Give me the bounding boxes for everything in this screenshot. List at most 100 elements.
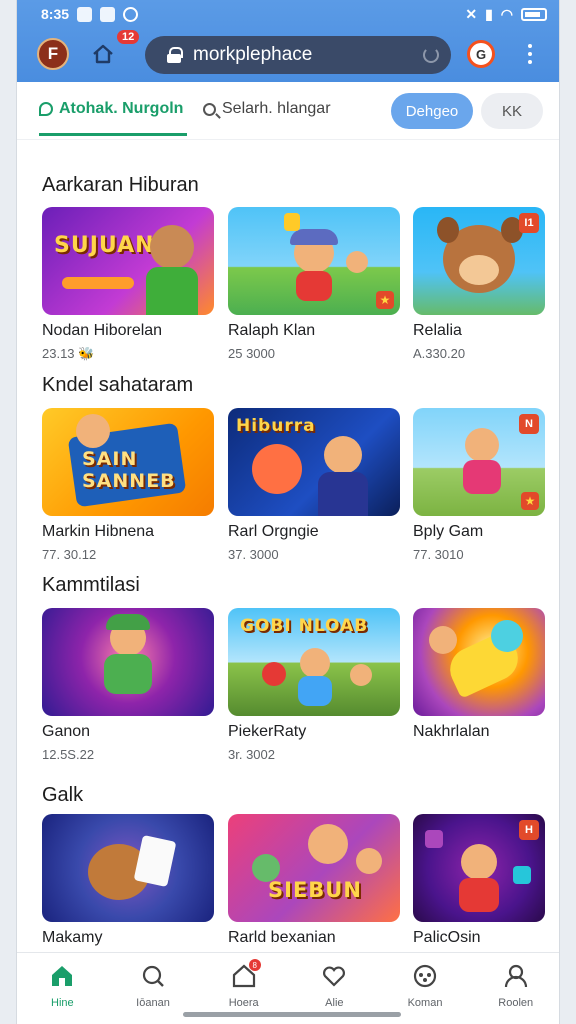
- game-card[interactable]: SIEBUN Rarld bexanian: [228, 814, 400, 946]
- thumbnail-art-text: SAIN SANNEB: [82, 448, 176, 492]
- browser-nav-row: F 12 morkplephace G: [17, 30, 559, 78]
- coin-icon: [284, 213, 300, 231]
- game-thumbnail: SIEBUN: [228, 814, 400, 922]
- wifi-icon: ◠: [500, 5, 513, 22]
- game-thumbnail: Hiburra: [228, 408, 400, 516]
- game-meta: 25 3000: [228, 346, 275, 361]
- gem-ball: [491, 620, 523, 652]
- lock-icon: [167, 47, 183, 63]
- game-title: Bply Gam: [413, 523, 484, 540]
- dog-muzzle: [459, 255, 499, 285]
- friend-character: [350, 664, 372, 686]
- phone-screen: 8:35 ✕ ▮ ◠ F 12 morkplephace G Atohak. N…: [16, 0, 560, 1024]
- mute-icon: ✕: [465, 5, 478, 22]
- status-bar: 8:35 ✕ ▮ ◠: [17, 4, 559, 24]
- character-head: [76, 414, 110, 448]
- nav-label: Iōanan: [136, 997, 170, 1009]
- signal-icon: ▮: [485, 5, 493, 22]
- overflow-menu-icon[interactable]: [523, 42, 537, 66]
- game-card[interactable]: Nakhrlalan: [413, 608, 545, 740]
- secondary-filter-button[interactable]: KK: [481, 93, 543, 129]
- game-title: PalicOsin: [413, 929, 481, 946]
- dog-ear: [437, 217, 459, 243]
- game-meta: 77. 30.12: [42, 547, 97, 562]
- game-title: PiekerRaty: [228, 723, 307, 740]
- game-title: Rarl Orgngie: [228, 523, 319, 540]
- gem-icon: [513, 866, 531, 884]
- thumbnail-art-text: GOBI NLOAB: [240, 616, 369, 636]
- app-logo[interactable]: F: [37, 38, 69, 70]
- home-button[interactable]: [89, 40, 117, 68]
- reload-icon[interactable]: [423, 47, 439, 63]
- nav-label: Koman: [407, 997, 443, 1009]
- character-body: [463, 460, 501, 494]
- character-head: [150, 225, 194, 269]
- gamepad-icon: [413, 964, 437, 988]
- game-card[interactable]: SUJUAN Nodan Hiborelan 23.13 🐝: [42, 207, 214, 361]
- url-text: morkplephace: [193, 44, 313, 65]
- filter-bar: Atohak. Nurgoln Selarh. hlangar Dehgeo K…: [17, 82, 559, 140]
- tabs-button[interactable]: G: [467, 40, 495, 68]
- game-thumbnail: N ★: [413, 408, 545, 516]
- character-head: [465, 428, 499, 462]
- sync-icon: [123, 6, 139, 22]
- friend-character: [346, 251, 368, 273]
- game-meta: 3r. 3002: [228, 747, 275, 762]
- game-card[interactable]: Hiburra Rarl Orgngie 37. 3000: [228, 408, 400, 562]
- character-body: [298, 676, 332, 706]
- primary-filter-button[interactable]: Dehgeo: [391, 93, 473, 129]
- game-title: Ganon: [42, 723, 91, 740]
- status-right: ✕ ▮ ◠: [465, 6, 547, 23]
- game-title: Rarld bexanian: [228, 929, 336, 946]
- character-head: [461, 844, 497, 880]
- game-meta: 12.5S.22: [42, 747, 95, 762]
- game-thumbnail: SAIN SANNEB: [42, 408, 214, 516]
- game-card[interactable]: I1 Relalia A.330.20: [413, 207, 545, 361]
- character-head: [429, 626, 457, 654]
- game-meta: 77. 3010: [413, 547, 464, 562]
- game-card[interactable]: Ganon 12.5S.22: [42, 608, 214, 762]
- character-body: [104, 654, 152, 694]
- profile-icon: [504, 964, 527, 988]
- friend-character: [356, 848, 382, 874]
- game-thumbnail: GOBI NLOAB: [228, 608, 400, 716]
- game-card[interactable]: Makamy: [42, 814, 214, 946]
- photo-icon: [100, 6, 116, 22]
- nav-label: Alie: [325, 997, 344, 1009]
- character-head: [300, 648, 330, 678]
- tag-icon: [39, 102, 53, 116]
- character-cap: [290, 229, 338, 245]
- character-body: [459, 878, 499, 912]
- game-card[interactable]: GOBI NLOAB PiekerRaty 3r. 3002: [228, 608, 400, 762]
- tab-underline: [39, 133, 187, 136]
- store-icon: 8: [231, 959, 261, 989]
- game-meta: A.330.20: [413, 346, 466, 361]
- notification-badge: 12: [117, 30, 140, 44]
- game-thumbnail: SUJUAN: [42, 207, 214, 315]
- thumbnail-art-text: SUJUAN: [54, 233, 155, 258]
- home-outline-icon: [93, 44, 113, 64]
- game-thumbnail: ★: [228, 207, 400, 315]
- nav-label: Hine: [51, 997, 74, 1009]
- battery-icon: [521, 7, 547, 21]
- game-thumbnail: [42, 814, 214, 922]
- game-thumbnail: I1: [413, 207, 545, 315]
- game-card[interactable]: ★ Ralaph Klan 25 3000: [228, 207, 400, 361]
- game-card[interactable]: H PalicOsin: [413, 814, 545, 946]
- section-title: Kammtilasi: [42, 574, 140, 596]
- character-head: [324, 436, 362, 474]
- home-indicator[interactable]: [183, 1012, 401, 1017]
- address-bar[interactable]: morkplephace: [145, 36, 451, 74]
- game-thumbnail: [413, 608, 545, 716]
- nav-item-profile[interactable]: Roolen: [470, 953, 559, 1024]
- tabs-count: G: [475, 46, 487, 62]
- game-card[interactable]: N ★ Bply Gam 77. 3010: [413, 408, 545, 562]
- tab-active[interactable]: Atohak. Nurgoln: [39, 100, 187, 136]
- game-card[interactable]: SAIN SANNEB Markin Hibnena 77. 30.12: [42, 408, 214, 562]
- gem-icon: [425, 830, 443, 848]
- nav-item-home[interactable]: Hine: [17, 953, 108, 1024]
- browser-top-bar: 8:35 ✕ ▮ ◠ F 12 morkplephace G: [17, 0, 559, 82]
- character-body: [146, 267, 198, 315]
- nav-badge: 8: [248, 959, 261, 971]
- tab-search[interactable]: Selarh. hlangar: [203, 100, 331, 118]
